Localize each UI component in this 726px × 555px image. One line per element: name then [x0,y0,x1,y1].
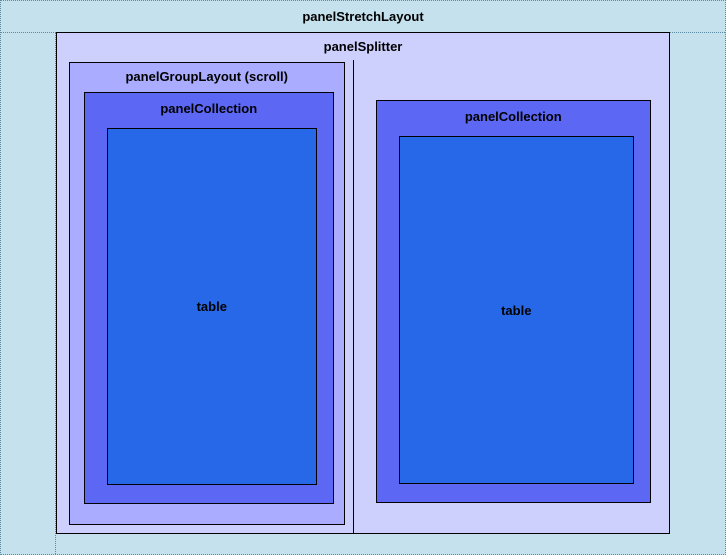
panel-splitter: panelSplitter panelGroupLayout (scroll) … [56,32,670,534]
stretch-left-rail [1,32,56,554]
table-right: table [399,136,635,484]
panel-collection-right-body: table [377,132,651,502]
panel-group-layout: panelGroupLayout (scroll) panelCollectio… [69,62,345,525]
splitter-pane-right: panelCollection table [354,60,670,533]
panel-group-layout-title: panelGroupLayout (scroll) [70,63,344,90]
panel-collection-right: panelCollection table [376,100,652,503]
panel-stretch-layout: panelStretchLayout panelSplitter panelGr… [0,0,726,555]
panel-collection-left-body: table [85,124,333,503]
table-left: table [107,128,317,485]
table-right-label: table [501,303,531,318]
panel-collection-left-title: panelCollection [85,93,333,124]
panel-stretch-layout-title: panelStretchLayout [1,1,725,32]
panel-collection-right-title: panelCollection [377,101,651,132]
panel-stretch-layout-body: panelSplitter panelGroupLayout (scroll) … [1,32,725,554]
panel-splitter-panes: panelGroupLayout (scroll) panelCollectio… [57,60,669,533]
panel-splitter-title: panelSplitter [57,33,669,60]
panel-group-layout-body: panelCollection table [70,90,344,524]
panel-collection-left: panelCollection table [84,92,334,504]
stretch-right-rail [670,32,725,554]
splitter-pane-left: panelGroupLayout (scroll) panelCollectio… [57,60,353,533]
table-left-label: table [197,299,227,314]
